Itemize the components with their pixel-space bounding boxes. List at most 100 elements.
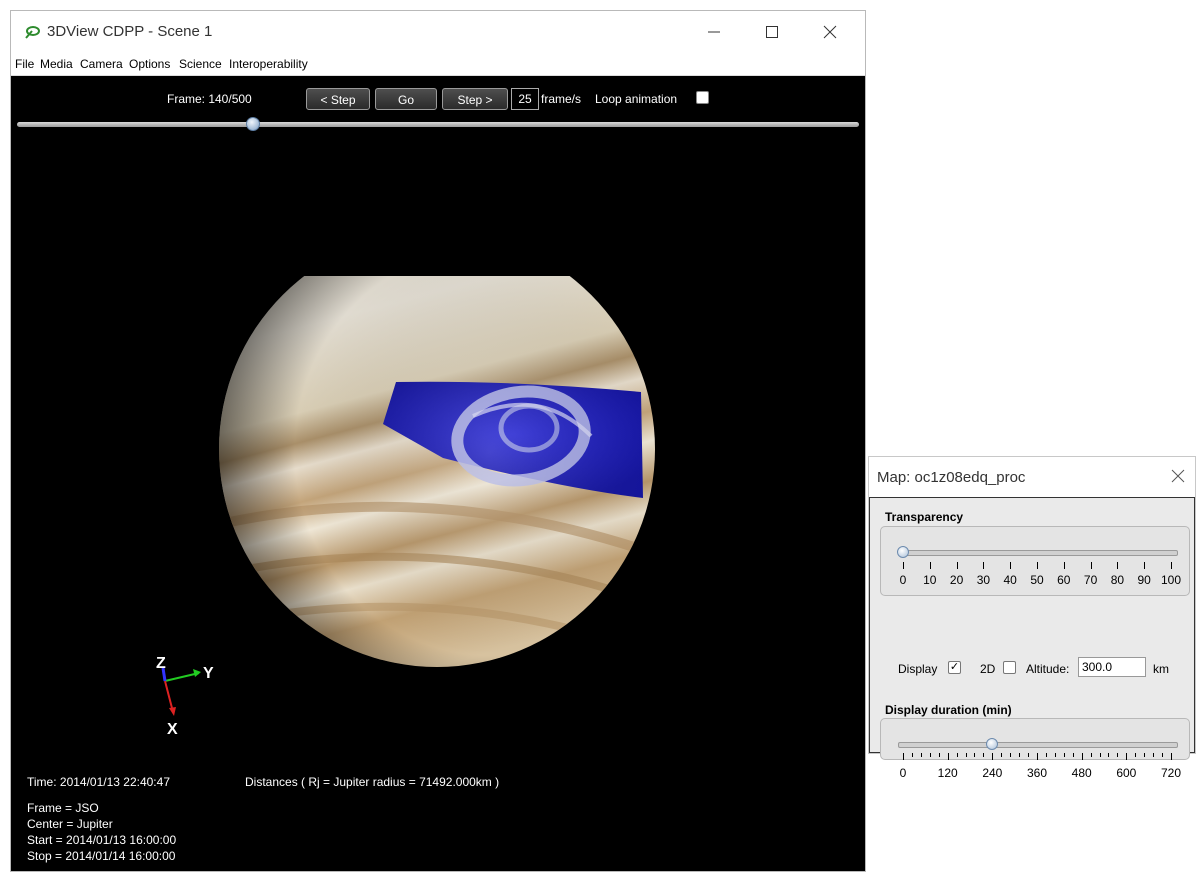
transparency-tick-label: 10 <box>923 573 937 587</box>
map-window: Map: oc1z08edq_proc Transparency Display… <box>868 456 1196 780</box>
display-label: Display <box>898 662 938 676</box>
x-axis-label: X <box>167 721 178 738</box>
duration-major-tick <box>903 753 904 760</box>
duration-minor-tick <box>911 753 913 757</box>
transparency-slider-track[interactable] <box>898 550 1178 556</box>
close-icon[interactable] <box>817 19 843 45</box>
maximize-icon[interactable] <box>759 19 785 45</box>
duration-minor-tick <box>983 753 985 757</box>
duration-minor-tick <box>1028 753 1030 757</box>
transparency-major-tick <box>1010 562 1012 569</box>
menu-interoperability[interactable]: Interoperability <box>229 57 308 71</box>
transparency-tick-label: 70 <box>1083 573 1098 587</box>
duration-minor-tick <box>1001 753 1003 757</box>
fps-input[interactable]: 25 <box>511 88 539 110</box>
duration-slider-track[interactable] <box>898 742 1178 748</box>
transparency-slider-thumb[interactable] <box>897 546 909 558</box>
menu-camera[interactable]: Camera <box>80 57 123 71</box>
duration-minor-tick <box>1045 753 1047 757</box>
duration-minor-tick <box>938 753 940 757</box>
z-axis-label: Z <box>156 656 166 672</box>
duration-minor-tick <box>974 753 976 757</box>
loop-animation-label: Loop animation <box>595 92 678 106</box>
duration-major-tick <box>947 753 949 760</box>
duration-major-tick <box>1037 753 1038 760</box>
title-bar: 3DView CDPP - Scene 1 <box>11 11 865 53</box>
duration-major-tick <box>1171 753 1172 760</box>
2d-checkbox[interactable] <box>1003 661 1016 674</box>
axis-gizmo: Z Y X <box>156 656 214 738</box>
duration-minor-tick <box>1117 753 1119 757</box>
minimize-icon[interactable] <box>701 19 727 45</box>
frame-slider-thumb[interactable] <box>245 117 260 131</box>
transparency-major-tick <box>1063 562 1065 569</box>
distances-readout: Distances ( Rj = Jupiter radius = 71492.… <box>245 775 500 789</box>
transparency-major-tick <box>1144 562 1146 569</box>
transparency-tick-label: 0 <box>899 573 907 587</box>
close-icon[interactable] <box>1169 467 1187 485</box>
duration-minor-tick <box>1072 753 1074 757</box>
transparency-tick-label: 60 <box>1057 573 1071 587</box>
duration-tick-label: 0 <box>899 766 907 780</box>
display-checkbox[interactable]: ✓ <box>948 661 961 674</box>
transparency-major-tick <box>956 562 958 569</box>
duration-tick-label: 120 <box>937 766 958 780</box>
transparency-tick-label: 100 <box>1160 573 1182 587</box>
3d-viewport[interactable]: Frame: 140/500 < Step Go Step > 25 frame… <box>11 76 865 871</box>
duration-minor-tick <box>929 753 931 757</box>
transparency-major-tick <box>983 562 985 569</box>
stop-info: Stop = 2014/01/14 16:00:00 <box>27 849 176 863</box>
frame-counter: Frame: 140/500 <box>167 92 252 106</box>
duration-minor-tick <box>1162 753 1164 757</box>
duration-minor-tick <box>1099 753 1101 757</box>
main-window: 3DView CDPP - Scene 1 File Media Camera … <box>10 10 866 872</box>
altitude-label: Altitude: <box>1026 662 1070 676</box>
frame-slider-track[interactable] <box>17 122 859 127</box>
transparency-major-tick <box>903 562 904 569</box>
transparency-tick-label: 80 <box>1110 573 1125 587</box>
transparency-tick-label: 90 <box>1137 573 1151 587</box>
duration-minor-tick <box>1135 753 1137 757</box>
map-window-title: Map: oc1z08edq_proc <box>877 469 1026 486</box>
duration-major-tick <box>992 753 994 760</box>
transparency-tick-label: 20 <box>949 573 964 587</box>
duration-tick-label: 720 <box>1160 766 1182 780</box>
duration-minor-tick <box>1019 753 1021 757</box>
menu-science[interactable]: Science <box>179 57 222 71</box>
duration-minor-tick <box>1063 753 1065 757</box>
app-logo-icon <box>25 26 40 39</box>
fps-unit-label: frame/s <box>541 92 582 106</box>
menu-file[interactable]: File <box>15 57 34 71</box>
loop-animation-checkbox[interactable] <box>696 91 709 104</box>
frame-info: Frame = JSO <box>27 801 99 815</box>
time-readout: Time: 2014/01/13 22:40:47 <box>27 775 170 789</box>
menu-options[interactable]: Options <box>129 57 170 71</box>
step-forward-button[interactable]: Step > <box>442 88 508 110</box>
transparency-major-tick <box>1171 562 1172 569</box>
duration-tick-label: 480 <box>1071 766 1092 780</box>
duration-minor-tick <box>1153 753 1155 757</box>
step-back-button[interactable]: < Step <box>306 88 370 110</box>
transparency-major-tick <box>1037 562 1038 569</box>
go-button[interactable]: Go <box>375 88 437 110</box>
transparency-tick-label: 40 <box>1003 573 1017 587</box>
altitude-input[interactable]: 300.0 <box>1078 657 1146 677</box>
duration-minor-tick <box>956 753 958 757</box>
menu-media[interactable]: Media <box>40 57 73 71</box>
duration-minor-tick <box>965 753 967 757</box>
duration-minor-tick <box>1144 753 1146 757</box>
duration-minor-tick <box>920 753 922 757</box>
duration-major-tick <box>1126 753 1128 760</box>
display-duration-label: Display duration (min) <box>885 703 1012 717</box>
transparency-major-tick <box>929 562 931 569</box>
duration-tick-label: 360 <box>1026 766 1048 780</box>
start-info: Start = 2014/01/13 16:00:00 <box>27 833 177 847</box>
transparency-major-tick <box>1090 562 1092 569</box>
jupiter-globe[interactable] <box>211 276 661 696</box>
duration-major-tick <box>1081 753 1083 760</box>
duration-minor-tick <box>1054 753 1056 757</box>
map-settings-panel: Transparency Display ✓ 2D Altitude: 300.… <box>869 497 1195 780</box>
transparency-label: Transparency <box>885 510 964 524</box>
duration-tick-label: 600 <box>1116 766 1137 780</box>
altitude-unit: km <box>1153 662 1169 676</box>
